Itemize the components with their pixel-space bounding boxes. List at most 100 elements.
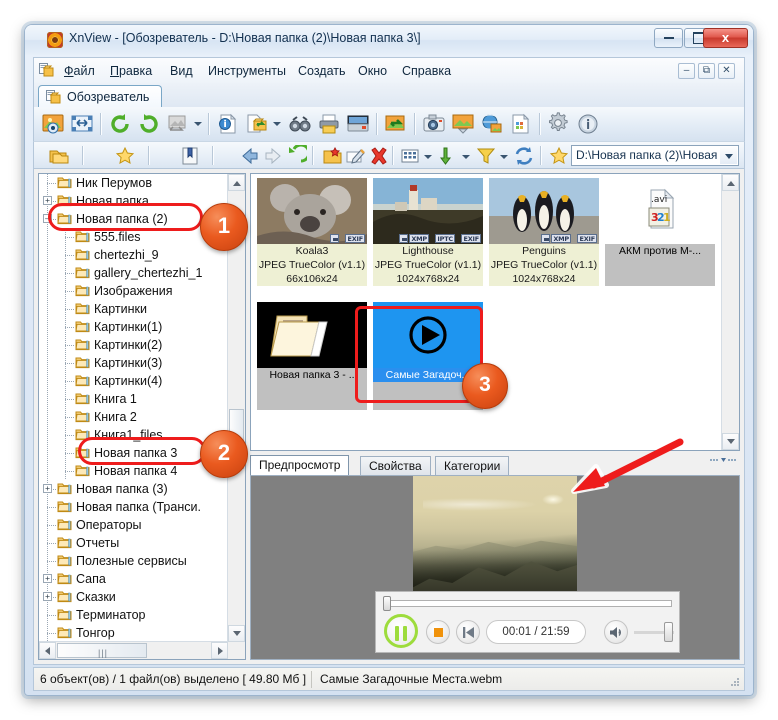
tree-item[interactable]: – Новая папка (2): [39, 210, 228, 228]
tree-item[interactable]: Новая папка (Транси.: [39, 498, 228, 516]
tree-item[interactable]: Картинки(2): [39, 336, 228, 354]
batch-convert-dropdown-arrow[interactable]: [194, 122, 202, 126]
volume-slider-thumb[interactable]: [664, 622, 673, 642]
thumbnail-browser-panel[interactable]: EXIF Koala3 JPEG TrueColor (v1.1) 66x106x24…: [250, 173, 740, 451]
tree-item[interactable]: Терминатор: [39, 606, 228, 624]
tree-item[interactable]: Операторы: [39, 516, 228, 534]
back-icon[interactable]: [239, 145, 261, 167]
tree-item[interactable]: Книга 2: [39, 408, 228, 426]
filter-icon[interactable]: [475, 145, 497, 167]
window-minimize-button[interactable]: [654, 28, 683, 48]
browser-scroll-down-button[interactable]: [722, 433, 739, 450]
find-icon[interactable]: [287, 111, 313, 137]
tree-item[interactable]: Новая папка 4: [39, 462, 228, 480]
tab-properties[interactable]: Свойства: [360, 456, 431, 475]
contact-sheet-icon[interactable]: [508, 111, 534, 137]
expand-icon[interactable]: +: [43, 592, 52, 601]
rotate-right-icon[interactable]: [136, 111, 162, 137]
tab-browser[interactable]: Обозреватель: [38, 85, 163, 107]
add-favorite-icon[interactable]: [548, 145, 570, 167]
about-icon[interactable]: [575, 111, 601, 137]
slideshow-icon[interactable]: [450, 111, 476, 137]
screen-capture-icon[interactable]: [421, 111, 447, 137]
tree-hscroll-thumb[interactable]: |||: [57, 643, 147, 658]
sort-dropdown-arrow[interactable]: [462, 155, 470, 159]
new-folder-icon[interactable]: [322, 145, 344, 167]
settings-icon[interactable]: [546, 111, 572, 137]
mdi-restore-button[interactable]: ⧉: [698, 63, 715, 79]
tab-categories[interactable]: Категории: [435, 456, 510, 475]
up-icon[interactable]: [285, 145, 307, 167]
tree-item[interactable]: Отчеты: [39, 534, 228, 552]
menu-help[interactable]: Справка: [396, 62, 457, 80]
mdi-minimize-button[interactable]: –: [678, 63, 695, 79]
tree-scroll-down-button[interactable]: [228, 625, 245, 642]
info-icon[interactable]: [215, 111, 241, 137]
window-close-button[interactable]: x: [703, 28, 748, 48]
tree-item[interactable]: Ник Перумов: [39, 174, 228, 192]
pane-splitter-handle[interactable]: [710, 457, 736, 467]
tree-item[interactable]: + Новая папка: [39, 192, 228, 210]
expand-icon[interactable]: +: [43, 484, 52, 493]
mdi-close-button[interactable]: ✕: [718, 63, 735, 79]
bookmark-icon[interactable]: [179, 145, 201, 167]
resize-grip[interactable]: [729, 676, 740, 687]
tree-item[interactable]: Полезные сервисы: [39, 552, 228, 570]
print-icon[interactable]: [316, 111, 342, 137]
refresh-icon[interactable]: [513, 145, 535, 167]
tree-item[interactable]: Книга1_files: [39, 426, 228, 444]
address-combobox[interactable]: D:\Новая папка (2)\Новая: [571, 145, 739, 166]
stop-button[interactable]: [426, 620, 450, 644]
thumbnail-item[interactable]: EXIF IPTC XMP Lighthouse JPEG TrueColor (v1.…: [373, 178, 483, 286]
tree-scroll-thumb[interactable]: [229, 409, 244, 469]
volume-button[interactable]: [604, 620, 628, 644]
filter-dropdown-arrow[interactable]: [500, 155, 508, 159]
favorites-icon[interactable]: [114, 145, 136, 167]
forward-icon[interactable]: [262, 145, 284, 167]
export-icon[interactable]: [383, 111, 409, 137]
thumbnail-item[interactable]: 3 2 1 .avi АКМ против М-...: [605, 178, 715, 286]
rotate-left-icon[interactable]: [107, 111, 133, 137]
browser-scroll-up-button[interactable]: [722, 174, 739, 191]
thumbnail-mode-icon[interactable]: [399, 145, 421, 167]
previous-button[interactable]: [456, 620, 480, 644]
address-dropdown-arrow[interactable]: [720, 147, 737, 164]
tree-item[interactable]: + Сказки: [39, 588, 228, 606]
thumbnail-item[interactable]: Самые Загадоч...: [373, 302, 483, 410]
tree-item[interactable]: 555.files: [39, 228, 228, 246]
tree-horizontal-scrollbar[interactable]: |||: [39, 641, 228, 659]
fit-window-icon[interactable]: [69, 111, 95, 137]
copy-to-folder-icon[interactable]: [244, 111, 270, 137]
collapse-icon[interactable]: –: [43, 214, 52, 223]
menu-edit[interactable]: Правка: [104, 62, 158, 80]
menu-file[interactable]: ФФайлайл: [58, 62, 101, 80]
web-page-icon[interactable]: [479, 111, 505, 137]
pause-button[interactable]: [384, 614, 418, 648]
thumbnail-item[interactable]: EXIF Koala3 JPEG TrueColor (v1.1) 66x106x24: [257, 178, 367, 286]
tree-vertical-scrollbar[interactable]: [227, 174, 245, 642]
tree-item[interactable]: + Новая папка (3): [39, 480, 228, 498]
rename-icon[interactable]: [345, 145, 367, 167]
seek-slider-thumb[interactable]: [383, 596, 391, 611]
tree-item[interactable]: Картинки(3): [39, 354, 228, 372]
thumbnail-item[interactable]: Новая папка 3 - ..: [257, 302, 367, 410]
tab-preview[interactable]: Предпросмотр: [250, 455, 350, 475]
menu-view[interactable]: Вид: [164, 62, 199, 80]
tree-item[interactable]: Картинки: [39, 300, 228, 318]
tree-item[interactable]: chertezhi_9: [39, 246, 228, 264]
tree-item[interactable]: Тонгор: [39, 624, 228, 642]
tree-scroll-up-button[interactable]: [228, 174, 245, 191]
tree-scroll-left-button[interactable]: [39, 642, 56, 659]
folder-tree[interactable]: Ник Перумов + Новая папка – Новая папка (2) 5…: [39, 174, 228, 642]
seek-slider-track[interactable]: [383, 600, 672, 607]
tree-item[interactable]: Картинки(1): [39, 318, 228, 336]
tree-item[interactable]: + Сапа: [39, 570, 228, 588]
browser-vertical-scrollbar[interactable]: [721, 174, 739, 450]
thumbnail-mode-dropdown-arrow[interactable]: [424, 155, 432, 159]
menu-window[interactable]: Окно: [352, 62, 393, 80]
menu-tools[interactable]: Инструменты: [202, 62, 292, 80]
preview-viewport[interactable]: 00:01 / 21:59: [250, 475, 740, 660]
folder-view-icon[interactable]: [48, 145, 70, 167]
scan-icon[interactable]: [345, 111, 371, 137]
tree-item[interactable]: Новая папка 3: [39, 444, 228, 462]
